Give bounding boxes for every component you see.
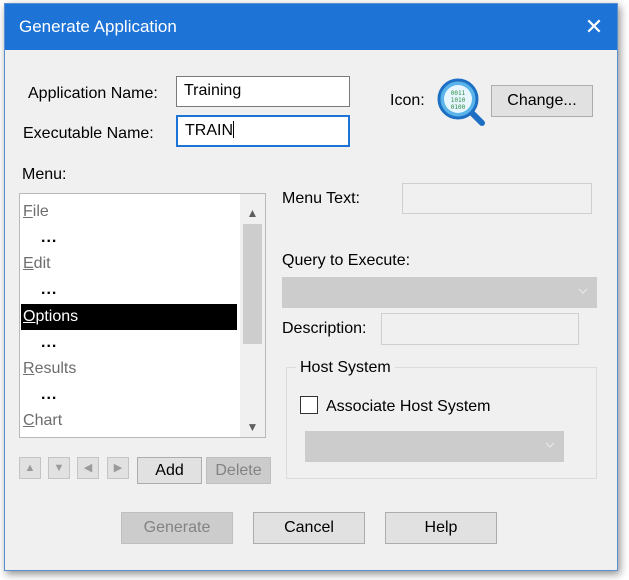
delete-button[interactable]: Delete — [206, 457, 271, 484]
associate-host-system-checkbox[interactable] — [300, 396, 318, 414]
menu-list[interactable]: File ... Edit ... Options ... Results ..… — [19, 193, 266, 438]
change-icon-button[interactable]: Change... — [491, 85, 593, 117]
window-title: Generate Application — [19, 17, 177, 36]
scroll-thumb[interactable] — [243, 224, 262, 344]
list-item-selected[interactable]: Options — [21, 304, 237, 330]
close-icon[interactable]: ✕ — [571, 4, 617, 50]
generate-button[interactable]: Generate — [121, 512, 233, 544]
description-label: Description: — [282, 320, 367, 337]
text-caret — [233, 121, 234, 138]
query-to-execute-label: Query to Execute: — [282, 252, 411, 269]
executable-name-value: TRAIN — [185, 122, 233, 139]
icon-label: Icon: — [390, 92, 425, 109]
query-to-execute-select[interactable] — [282, 277, 597, 308]
svg-text:0100: 0100 — [451, 104, 466, 111]
list-item[interactable]: File — [21, 199, 237, 225]
associate-host-system-label: Associate Host System — [326, 398, 491, 415]
menu-text-input[interactable] — [402, 183, 592, 214]
list-item[interactable]: ... — [21, 227, 237, 253]
cancel-button[interactable]: Cancel — [253, 512, 365, 544]
executable-name-input[interactable]: TRAIN — [176, 115, 350, 147]
menu-text-label: Menu Text: — [282, 190, 360, 207]
svg-text:0011: 0011 — [451, 90, 466, 97]
host-system-group — [286, 367, 597, 479]
scroll-down-icon[interactable]: ▼ — [240, 416, 265, 437]
data-search-icon: 0011 1010 0100 — [436, 78, 486, 126]
chevron-down-icon — [545, 442, 555, 448]
list-item[interactable]: Chart — [21, 408, 237, 434]
list-item[interactable]: ... — [21, 332, 237, 358]
list-item[interactable]: Results — [21, 356, 237, 382]
move-left-icon[interactable]: ◀ — [77, 457, 99, 479]
move-down-icon[interactable]: ▼ — [48, 457, 70, 479]
move-up-icon[interactable]: ▲ — [19, 457, 41, 479]
host-system-select[interactable] — [305, 431, 564, 462]
list-item[interactable]: Edit — [21, 251, 237, 277]
help-button[interactable]: Help — [385, 512, 497, 544]
scroll-up-icon[interactable]: ▲ — [240, 202, 265, 224]
application-name-input[interactable]: Training — [176, 76, 350, 107]
list-item[interactable]: ... — [21, 384, 237, 410]
application-name-label: Application Name: — [28, 85, 158, 102]
description-input[interactable] — [381, 313, 579, 345]
add-button[interactable]: Add — [137, 457, 202, 484]
svg-text:1010: 1010 — [451, 97, 466, 104]
move-right-icon[interactable]: ▶ — [107, 457, 129, 479]
menu-list-scrollbar[interactable]: ▲ ▼ — [240, 194, 265, 437]
title-bar: Generate Application ✕ — [5, 4, 617, 50]
chevron-down-icon — [578, 288, 588, 294]
list-item[interactable]: ... — [21, 279, 237, 305]
host-system-group-label: Host System — [296, 359, 395, 377]
menu-label: Menu: — [22, 166, 67, 183]
executable-name-label: Executable Name: — [23, 125, 154, 142]
